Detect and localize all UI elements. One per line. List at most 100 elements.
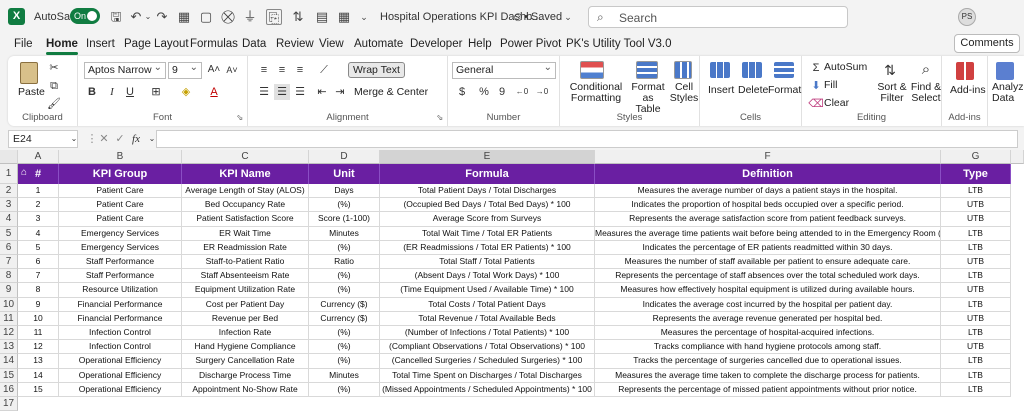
addins-icon[interactable] [956,62,974,80]
select-all-corner[interactable] [0,150,18,164]
insert-button[interactable]: Insert [708,84,734,96]
header-cell[interactable]: Formula [380,164,595,184]
spreadsheet-grid[interactable]: A B C D E F G 1 # KPI Group KPI Name Unit For… [0,150,1024,411]
sort-filter-icon[interactable]: ⇅ [882,62,898,78]
table-cell[interactable]: 15 [18,382,59,397]
conditional-formatting-button[interactable]: Conditional Formatting [568,82,624,104]
table-cell[interactable]: Discharge Process Time [182,368,309,383]
decrease-decimal-icon[interactable]: →0 [534,84,550,100]
align-right-icon[interactable]: ☰ [292,84,308,100]
table-cell[interactable]: Staff Absenteeism Rate [182,269,309,284]
table-cell[interactable]: 6 [18,255,59,270]
table-cell[interactable]: (Missed Appointments / Scheduled Appoint… [380,382,595,397]
table-cell[interactable]: Cost per Patient Day [182,297,309,312]
tab-home[interactable]: Home [46,38,78,55]
copy-icon[interactable]: ⧉ [46,78,62,94]
table-cell[interactable]: Resource Utilization [59,283,182,298]
table-cell[interactable]: 2 [18,198,59,213]
table-cell[interactable]: UTB [941,255,1011,270]
insert-function-icon[interactable]: fx [128,131,144,147]
table-cell[interactable]: Appointment No-Show Rate [182,382,309,397]
row-header[interactable]: 4 [0,212,18,227]
table-cell[interactable]: Total Time Spent on Discharges / Total D… [380,368,595,383]
tab-developer[interactable]: Developer [410,38,462,50]
font-settings-icon[interactable]: ⬂ [232,110,248,126]
table-cell[interactable]: Tracks compliance with hand hygiene prot… [595,340,941,355]
currency-icon[interactable]: $ [454,84,470,100]
format-cells-icon[interactable] [774,62,794,78]
conditional-formatting-icon[interactable] [580,61,604,79]
find-select-button[interactable]: Find & Select [910,82,942,104]
align-top-icon[interactable]: ≡ [256,62,272,78]
table-cell[interactable]: 3 [18,212,59,227]
percent-icon[interactable]: % [476,84,492,100]
table-cell[interactable]: Surgery Cancellation Rate [182,354,309,369]
clear-button[interactable]: Clear [824,97,849,109]
search-box[interactable]: ⌕ Search [588,6,848,28]
column-header-b[interactable]: B [59,150,182,164]
tab-power-pivot[interactable]: Power Pivot [500,38,561,50]
cancel-icon[interactable]: ✕ [96,131,112,147]
column-header-a[interactable]: A [18,150,59,164]
table-cell[interactable]: Staff Performance [59,269,182,284]
wrap-text-button[interactable]: Wrap Text [348,62,405,78]
table-cell[interactable]: LTB [941,368,1011,383]
clear-icon[interactable]: ⌫ [808,96,824,112]
table-cell[interactable]: Measures the percentage of hospital-acqu… [595,326,941,341]
table-cell[interactable]: Measures how effectively hospital equipm… [595,283,941,298]
autosave-toggle[interactable]: On [70,8,100,24]
sort-filter-button[interactable]: Sort & Filter [876,82,908,104]
row-header[interactable]: 10 [0,297,18,312]
table-cell[interactable]: Hand Hygiene Compliance [182,340,309,355]
table-cell[interactable]: Emergency Services [59,226,182,241]
calculator-icon[interactable]: ▦ [336,9,352,25]
table-cell[interactable]: Total Wait Time / Total ER Patients [380,226,595,241]
tab-pk-utility[interactable]: PK's Utility Tool V3.0 [566,38,672,50]
save-icon[interactable]: 🖫 [108,9,124,25]
table-cell[interactable]: Financial Performance [59,297,182,312]
table-cell[interactable]: Represents the percentage of missed pati… [595,382,941,397]
column-header-h[interactable] [1011,150,1024,164]
table-cell[interactable]: (%) [309,198,380,213]
table-cell[interactable]: Staff-to-Patient Ratio [182,255,309,270]
align-center-icon[interactable]: ☰ [274,84,290,100]
table-cell[interactable]: Total Revenue / Total Available Beds [380,311,595,326]
filter-icon[interactable]: ⏚ [242,9,258,25]
format-button[interactable]: Format [768,84,801,96]
table-cell[interactable]: ER Wait Time [182,226,309,241]
tab-insert[interactable]: Insert [86,38,115,50]
table-cell[interactable]: LTB [941,297,1011,312]
column-header-c[interactable]: C [182,150,309,164]
table-cell[interactable]: 7 [18,269,59,284]
new-file-icon[interactable]: ▢ [198,9,214,25]
header-cell[interactable]: Definition [595,164,941,184]
format-painter-icon[interactable]: ⎘ [266,9,282,25]
table-cell[interactable]: 13 [18,354,59,369]
tab-data[interactable]: Data [242,38,266,50]
row-header[interactable]: 8 [0,269,18,284]
table-cell[interactable]: LTB [941,269,1011,284]
table-cell[interactable]: (%) [309,326,380,341]
table-cell[interactable]: Ratio [309,255,380,270]
table-cell[interactable]: Emergency Services [59,240,182,255]
font-color-icon[interactable]: A [206,84,222,100]
table-cell[interactable]: Tracks the percentage of surgeries cance… [595,354,941,369]
print-preview-icon[interactable]: ▦ [176,9,192,25]
underline-icon[interactable]: U [122,84,138,100]
table-cell[interactable]: (%) [309,340,380,355]
row-header[interactable]: 13 [0,340,18,355]
row-header[interactable]: 9 [0,283,18,298]
table-cell[interactable]: Bed Occupancy Rate [182,198,309,213]
table-cell[interactable]: Minutes [309,226,380,241]
fill-color-icon[interactable]: ◈ [178,84,194,100]
align-left-icon[interactable]: ☰ [256,84,272,100]
table-cell[interactable]: Equipment Utilization Rate [182,283,309,298]
row-header[interactable]: 11 [0,311,18,326]
formula-input[interactable] [156,130,1018,148]
table-cell[interactable]: 1 [18,184,59,199]
row-header[interactable]: 12 [0,326,18,341]
table-cell[interactable]: ER Readmission Rate [182,240,309,255]
table-cell[interactable]: Measures the average time patients wait … [595,226,941,241]
table-cell[interactable]: 5 [18,240,59,255]
header-cell[interactable]: Type [941,164,1011,184]
